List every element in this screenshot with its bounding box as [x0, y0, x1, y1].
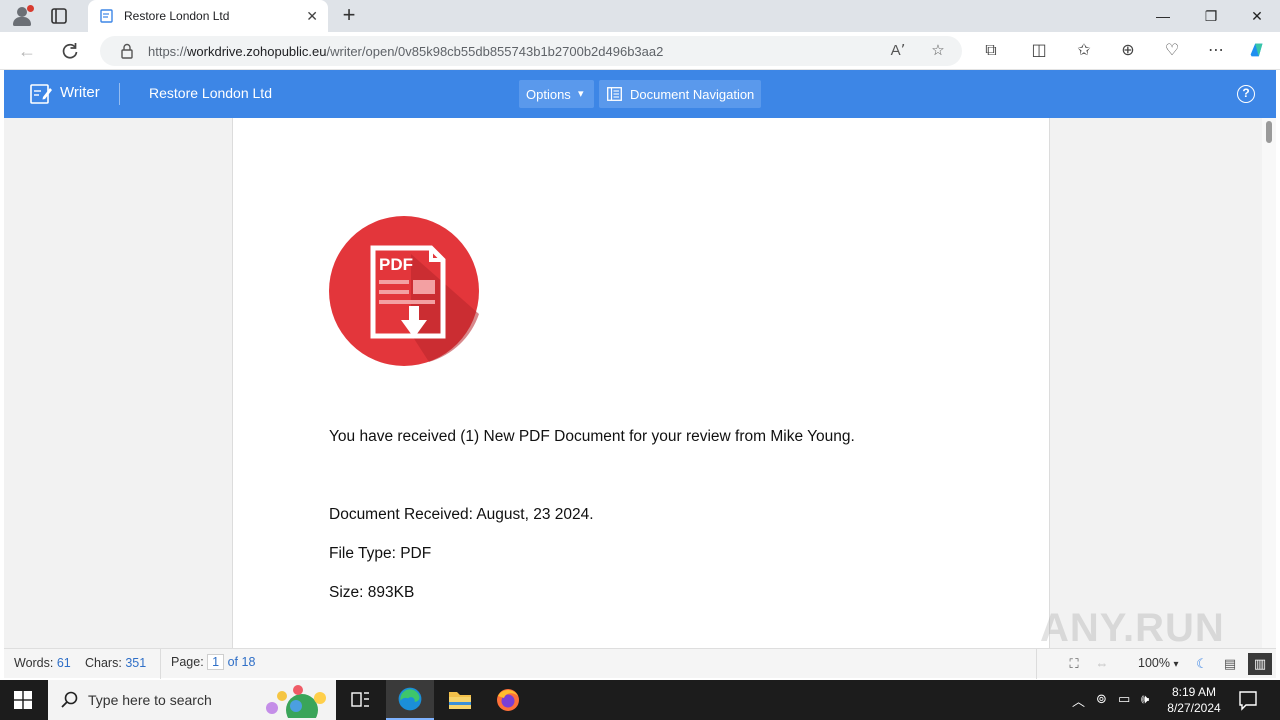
options-button[interactable]: Options ▾ — [519, 80, 594, 108]
scrollbar-thumb[interactable] — [1266, 121, 1272, 143]
windows-start-icon[interactable] — [14, 691, 32, 709]
dark-mode-icon[interactable]: ☾ — [1194, 656, 1210, 672]
document-title: Restore London Ltd — [149, 85, 272, 101]
document-line-received: Document Received: August, 23 2024. — [329, 506, 594, 523]
zoom-select[interactable]: 100% ▾ — [1138, 656, 1179, 670]
volume-icon[interactable]: 🕪 — [1141, 691, 1149, 707]
web-layout-icon[interactable]: ▥ — [1248, 653, 1272, 675]
browser-tab-bar: Restore London Ltd ✕ + — ❐ ✕ — [0, 0, 1280, 32]
task-view-icon[interactable] — [336, 680, 384, 720]
help-icon[interactable]: ? — [1237, 85, 1255, 103]
page-number-input[interactable]: 1 — [207, 654, 225, 670]
minimize-button[interactable]: — — [1140, 5, 1186, 27]
back-arrow-icon[interactable]: ← — [16, 40, 38, 62]
document-canvas: PDF You have received (1) New PDF Docume… — [4, 118, 1276, 650]
lock-icon[interactable] — [120, 43, 134, 59]
taskbar-search-box[interactable]: Type here to search — [48, 680, 336, 720]
document-navigation-button[interactable]: Document Navigation — [599, 80, 761, 108]
options-label: Options — [526, 87, 571, 102]
tray-overflow-chevron-icon[interactable]: ︿ — [1072, 691, 1085, 710]
pdf-icon-text: PDF — [379, 255, 413, 274]
browser-essentials-icon[interactable]: ♡ — [1161, 41, 1183, 61]
chevron-down-icon: ▾ — [578, 88, 584, 100]
pdf-download-icon[interactable]: PDF — [329, 214, 481, 368]
document-navigation-label: Document Navigation — [630, 87, 755, 102]
writer-brand: Writer — [60, 84, 100, 101]
restore-button[interactable]: ❐ — [1188, 5, 1234, 27]
document-line-size: Size: 893KB — [329, 584, 415, 601]
url-text[interactable]: https://workdrive.zohopublic.eu/writer/o… — [148, 44, 663, 59]
writer-favicon-icon — [100, 9, 113, 23]
firefox-icon[interactable] — [484, 680, 532, 720]
status-bar: Words: 61 Chars: 351 Page: 1 of 18 ⛶ ⇔ 1… — [4, 648, 1276, 679]
document-navigation-icon — [607, 87, 622, 101]
document-page[interactable]: PDF You have received (1) New PDF Docume… — [232, 118, 1050, 648]
favorite-star-icon[interactable]: ☆ — [928, 42, 948, 60]
profile-icon[interactable] — [10, 5, 34, 27]
browser-tab[interactable]: Restore London Ltd ✕ — [88, 0, 328, 32]
tab-title: Restore London Ltd — [124, 9, 230, 23]
new-tab-button[interactable]: + — [338, 4, 360, 27]
writer-header: Writer Restore London Ltd Options ▾ Docu… — [4, 70, 1276, 118]
header-divider — [119, 83, 120, 105]
word-count: Words: 61 — [14, 656, 71, 670]
edge-browser-icon[interactable] — [386, 680, 434, 720]
fit-width-icon[interactable]: ⇔ — [1094, 656, 1110, 672]
search-highlight-illustration-icon — [266, 685, 326, 718]
favorites-icon[interactable]: ✩ — [1073, 41, 1095, 61]
fullscreen-icon[interactable]: ⛶ — [1066, 656, 1082, 672]
network-icon[interactable]: ▭ — [1118, 691, 1130, 707]
status-divider — [160, 649, 161, 679]
tab-actions-icon[interactable] — [50, 7, 68, 25]
watermark: ANY.RUN — [1040, 606, 1225, 650]
status-divider — [1036, 649, 1037, 679]
window-close-button[interactable]: ✕ — [1234, 5, 1280, 27]
search-icon — [61, 691, 78, 708]
search-placeholder: Type here to search — [88, 692, 212, 708]
collections-icon[interactable]: ⊕ — [1117, 41, 1139, 61]
address-toolbar: ← https://workdrive.zohopublic.eu/writer… — [0, 32, 1280, 70]
file-explorer-icon[interactable] — [436, 680, 484, 720]
tab-close-icon[interactable]: ✕ — [306, 8, 318, 24]
refresh-icon[interactable] — [60, 41, 80, 61]
more-menu-icon[interactable]: ⋯ — [1205, 41, 1227, 61]
vertical-scrollbar[interactable] — [1262, 118, 1276, 648]
writer-logo-icon — [30, 84, 52, 104]
read-aloud-icon[interactable]: A՚ — [888, 42, 908, 60]
page-indicator[interactable]: Page: 1 of 18 — [171, 654, 255, 670]
taskbar-clock[interactable]: 8:19 AM 8/27/2024 — [1162, 684, 1226, 716]
windows-taskbar: Type here to search ︿ ⊚ ▭ 🕪 8:19 AM 8/27… — [0, 680, 1280, 720]
char-count: Chars: 351 — [85, 656, 147, 670]
meet-now-icon[interactable]: ⊚ — [1096, 691, 1107, 707]
url-bar[interactable]: https://workdrive.zohopublic.eu/writer/o… — [100, 36, 962, 66]
copilot-icon[interactable] — [1246, 40, 1268, 60]
extensions-icon[interactable]: ⧉ — [980, 41, 1002, 61]
document-line-filetype: File Type: PDF — [329, 545, 432, 562]
document-line-intro: You have received (1) New PDF Document f… — [329, 428, 855, 445]
split-screen-icon[interactable]: ◫ — [1028, 41, 1050, 61]
notification-center-icon[interactable] — [1234, 680, 1262, 720]
print-layout-icon[interactable]: ▤ — [1222, 656, 1238, 672]
